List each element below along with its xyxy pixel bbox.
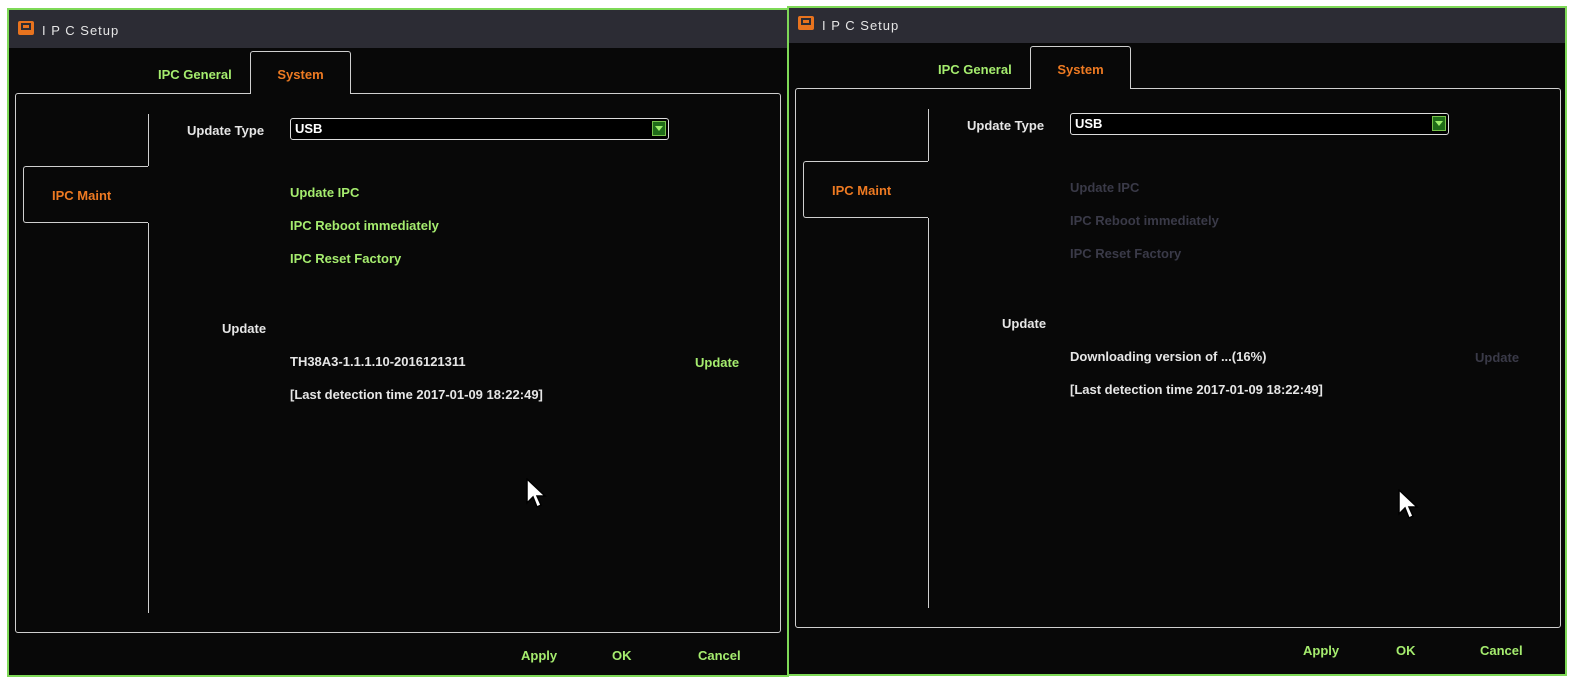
apply-button[interactable]: Apply bbox=[1303, 643, 1339, 658]
tab-ipc-general[interactable]: IPC General bbox=[938, 62, 1012, 77]
title-bar: I P C Setup bbox=[9, 10, 787, 48]
ipc-setup-window-2: I P C Setup IPC General System IPC Maint… bbox=[787, 6, 1567, 676]
update-type-value: USB bbox=[295, 121, 323, 136]
window-title: I P C Setup bbox=[42, 23, 120, 38]
reboot-link[interactable]: IPC Reboot immediately bbox=[1070, 213, 1219, 228]
mouse-pointer-icon bbox=[526, 478, 547, 509]
mouse-pointer-icon bbox=[1398, 489, 1419, 520]
update-type-label: Update Type bbox=[967, 118, 1045, 133]
update-type-select[interactable]: USB bbox=[290, 118, 669, 140]
sidetab-ipc-maint[interactable]: IPC Maint bbox=[23, 166, 148, 223]
window-title: I P C Setup bbox=[822, 18, 900, 33]
apply-button[interactable]: Apply bbox=[521, 648, 557, 663]
side-divider bbox=[148, 114, 149, 166]
update-button[interactable]: Update bbox=[1475, 350, 1519, 365]
ipc-setup-window-1: I P C Setup IPC General System IPC Maint… bbox=[7, 8, 789, 677]
title-bar: I P C Setup bbox=[789, 8, 1565, 43]
side-divider bbox=[928, 109, 929, 161]
reset-factory-link[interactable]: IPC Reset Factory bbox=[1070, 246, 1181, 261]
monitor-icon bbox=[798, 16, 814, 30]
side-divider bbox=[928, 218, 929, 608]
ok-button[interactable]: OK bbox=[1396, 643, 1416, 658]
update-ipc-link[interactable]: Update IPC bbox=[290, 185, 359, 200]
tab-system[interactable]: System bbox=[1030, 46, 1131, 89]
update-ipc-link[interactable]: Update IPC bbox=[1070, 180, 1139, 195]
cancel-button[interactable]: Cancel bbox=[698, 648, 741, 663]
reset-factory-link[interactable]: IPC Reset Factory bbox=[290, 251, 401, 266]
ok-button[interactable]: OK bbox=[612, 648, 632, 663]
side-divider bbox=[148, 223, 149, 613]
tab-ipc-general[interactable]: IPC General bbox=[158, 67, 232, 82]
chevron-down-icon[interactable] bbox=[1432, 116, 1446, 131]
update-type-label: Update Type bbox=[187, 123, 265, 138]
reboot-link[interactable]: IPC Reboot immediately bbox=[290, 218, 439, 233]
chevron-down-icon[interactable] bbox=[652, 121, 666, 136]
detection-time-text: [Last detection time 2017-01-09 18:22:49… bbox=[290, 387, 543, 402]
cancel-button[interactable]: Cancel bbox=[1480, 643, 1523, 658]
update-button[interactable]: Update bbox=[695, 355, 739, 370]
monitor-icon bbox=[18, 21, 34, 35]
tab-system[interactable]: System bbox=[250, 51, 351, 94]
detection-time-text: [Last detection time 2017-01-09 18:22:49… bbox=[1070, 382, 1323, 397]
download-status-text: Downloading version of ...(16%) bbox=[1070, 349, 1267, 364]
update-type-select[interactable]: USB bbox=[1070, 113, 1449, 135]
sidetab-ipc-maint[interactable]: IPC Maint bbox=[803, 161, 928, 218]
update-label: Update bbox=[1002, 316, 1047, 331]
version-text: TH38A3-1.1.1.10-2016121311 bbox=[290, 354, 466, 369]
update-type-value: USB bbox=[1075, 116, 1103, 131]
update-label: Update bbox=[222, 321, 267, 336]
